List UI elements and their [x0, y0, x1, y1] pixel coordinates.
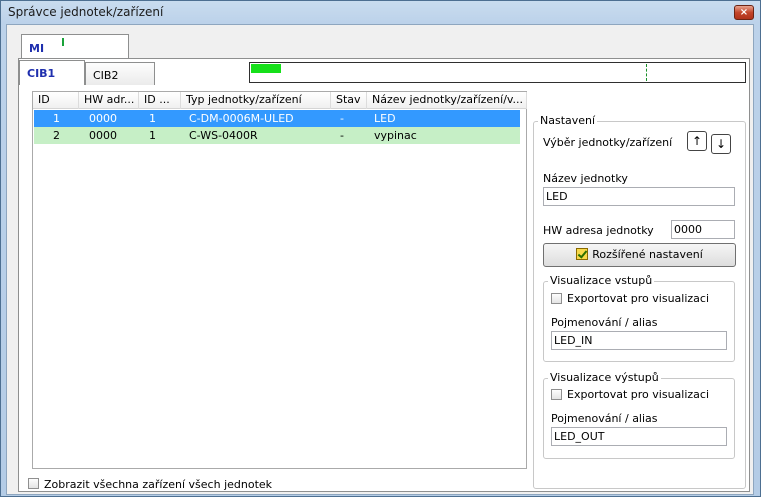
col-id[interactable]: ID [33, 92, 79, 109]
col-id2[interactable]: ID ... [139, 92, 181, 109]
move-up-button[interactable]: ↑ [687, 131, 707, 151]
cell-status: - [340, 112, 344, 125]
table-row[interactable]: 2 0000 1 C-WS-0400R - vypinac [34, 127, 520, 144]
move-down-button[interactable]: ↓ [711, 134, 731, 154]
output-alias-field[interactable]: LED_OUT [551, 427, 727, 446]
input-visualization-title: Visualizace vstupů [548, 274, 655, 287]
cell-name: LED [374, 112, 396, 125]
arrow-up-icon: ↑ [691, 134, 703, 148]
tab-cib1-label: CIB1 [27, 67, 56, 80]
settings-group-title: Nastavení [538, 114, 598, 127]
col-unit-name[interactable]: Název jednotky/zařízení/v... [367, 92, 527, 109]
tab-cib1[interactable]: CIB1 [19, 60, 85, 85]
checklist-icon [576, 248, 589, 260]
unit-name-label: Název jednotky [543, 172, 628, 185]
hw-address-input[interactable]: 0000 [671, 220, 735, 239]
export-outputs-label: Exportovat pro visualizaci [567, 388, 710, 401]
status-marker [62, 38, 64, 46]
close-icon: × [739, 7, 749, 18]
tab-panel-mi: CIB1 CIB2 ID HW adr... ID ... Typ jednot… [18, 58, 750, 492]
export-inputs-checkbox[interactable] [551, 293, 562, 304]
arrow-down-icon: ↓ [715, 137, 727, 151]
unit-select-label: Výběr jednotky/zařízení [543, 136, 673, 149]
export-inputs-label: Exportovat pro visualizaci [567, 292, 710, 305]
col-hw-address[interactable]: HW adr... [79, 92, 139, 109]
output-visualization-title: Visualizace výstupů [548, 371, 661, 384]
progress-marker [646, 64, 647, 81]
col-status[interactable]: Stav [331, 92, 367, 109]
cell-id: 2 [53, 129, 60, 142]
show-all-devices-checkbox[interactable] [28, 478, 39, 489]
output-alias-label: Pojmenování / alias [551, 412, 658, 425]
advanced-settings-label: Rozšířené nastavení [592, 248, 703, 261]
cell-id: 1 [53, 112, 60, 125]
cell-type: C-WS-0400R [189, 129, 258, 142]
tab-cib2[interactable]: CIB2 [85, 62, 155, 85]
unit-list[interactable]: ID HW adr... ID ... Typ jednotky/zařízen… [32, 91, 527, 469]
dialog-window: Správce jednotek/zařízení × MI CIB1 CIB2… [0, 0, 761, 497]
cell-id2: 1 [149, 112, 156, 125]
tab-mi-label: MI [29, 42, 45, 55]
col-unit-type[interactable]: Typ jednotky/zařízení [181, 92, 331, 109]
list-header: ID HW adr... ID ... Typ jednotky/zařízen… [33, 92, 527, 109]
close-button[interactable]: × [734, 5, 754, 20]
cell-hw: 0000 [89, 129, 117, 142]
export-outputs-checkbox[interactable] [551, 389, 562, 400]
client-area: MI CIB1 CIB2 ID HW adr... ID ... Typ jed… [6, 24, 754, 495]
tab-cib2-label: CIB2 [93, 69, 119, 82]
tab-mi[interactable]: MI [21, 34, 129, 58]
progress-fill [251, 64, 281, 73]
show-all-devices-label: Zobrazit všechna zařízení všech jednotek [44, 478, 273, 491]
cell-hw: 0000 [89, 112, 117, 125]
progress-bar [249, 62, 746, 83]
cell-id2: 1 [149, 129, 156, 142]
table-row[interactable]: 1 0000 1 C-DM-0006M-ULED - LED [34, 110, 520, 127]
unit-name-input[interactable]: LED [543, 187, 735, 206]
cell-type: C-DM-0006M-ULED [189, 112, 294, 125]
input-alias-label: Pojmenování / alias [551, 316, 658, 329]
cell-status: - [340, 129, 344, 142]
cell-name: vypinac [374, 129, 417, 142]
title-bar[interactable]: Správce jednotek/zařízení × [1, 1, 760, 23]
input-alias-field[interactable]: LED_IN [551, 331, 727, 350]
window-title: Správce jednotek/zařízení [8, 5, 164, 19]
advanced-settings-button[interactable]: Rozšířené nastavení [543, 243, 736, 267]
hw-address-label: HW adresa jednotky [543, 224, 654, 237]
